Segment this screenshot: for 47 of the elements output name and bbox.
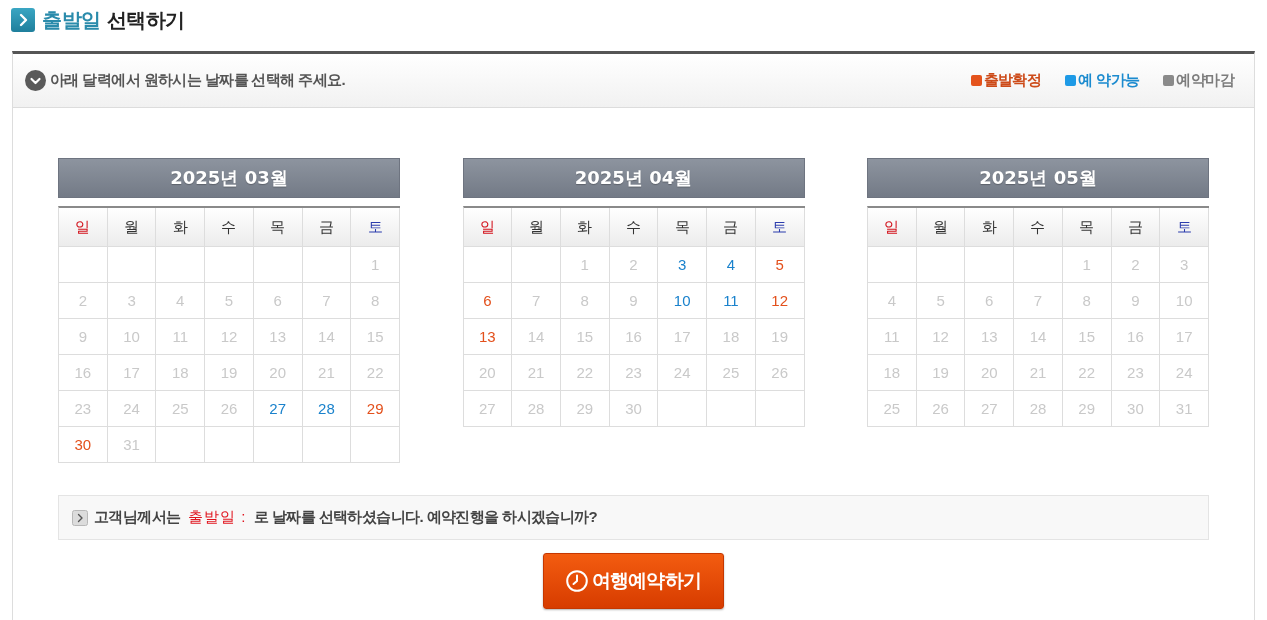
day-cell[interactable]: 10 (658, 283, 708, 319)
day-cell[interactable]: 5 (755, 247, 805, 283)
weekday-header: 화 (965, 208, 1015, 247)
month-title: 2025년 03월 (58, 158, 400, 198)
weekday-header: 월 (916, 208, 966, 247)
weekday-header: 토 (1160, 208, 1209, 247)
weekday-header: 목 (1062, 208, 1112, 247)
weekday-header: 일 (59, 208, 108, 247)
clock-icon (565, 570, 588, 592)
chevron-right-icon (72, 509, 88, 526)
day-cell[interactable]: 12 (755, 283, 805, 319)
instruction-text: 아래 달력에서 원하시는 날짜를 선택해 주세요. (50, 71, 345, 90)
month-title: 2025년 05월 (867, 158, 1209, 198)
weekday-header: 월 (512, 208, 561, 247)
day-cell[interactable]: 4 (707, 247, 756, 283)
weekday-header: 화 (560, 208, 610, 247)
weekday-header: 금 (707, 208, 756, 247)
weekday-header: 일 (868, 208, 917, 247)
chevron-right-icon (11, 8, 35, 32)
day-cell[interactable]: 29 (351, 391, 400, 427)
confirmation-message: 고객님께서는 출발일 : 로 날짜를 선택하셨습니다. 예약진행을 하시겠습니까? (94, 508, 598, 527)
reserve-button[interactable]: 여행예약하기 (543, 553, 724, 609)
legend-label: 예약마감 (1176, 71, 1234, 90)
weekday-header: 수 (1014, 208, 1063, 247)
weekday-header: 월 (107, 208, 157, 247)
weekday-header: 일 (463, 208, 513, 247)
day-cell[interactable]: 6 (463, 283, 513, 319)
weekday-header: 화 (156, 208, 206, 247)
day-cell[interactable]: 30 (59, 427, 108, 463)
day-cell[interactable]: 11 (707, 283, 756, 319)
weekday-header: 금 (1111, 208, 1161, 247)
day-cell[interactable]: 28 (302, 391, 352, 427)
month-title: 2025년 04월 (462, 158, 805, 198)
day-cell[interactable]: 27 (253, 391, 303, 427)
weekday-header: 토 (351, 208, 400, 247)
day-cell[interactable]: 3 (658, 247, 708, 283)
legend-label: 출발확정 (983, 71, 1042, 90)
weekday-header: 목 (658, 208, 708, 247)
page-title: 출발일 선택하기 (42, 8, 185, 32)
weekday-header: 금 (302, 208, 352, 247)
weekday-header: 수 (609, 208, 659, 247)
weekday-header: 수 (205, 208, 254, 247)
legend-label: 예 약가능 (1078, 71, 1140, 90)
chevron-down-icon (25, 70, 46, 91)
day-cell[interactable]: 13 (463, 319, 513, 355)
weekday-header: 토 (755, 208, 805, 247)
weekday-header: 목 (253, 208, 303, 247)
